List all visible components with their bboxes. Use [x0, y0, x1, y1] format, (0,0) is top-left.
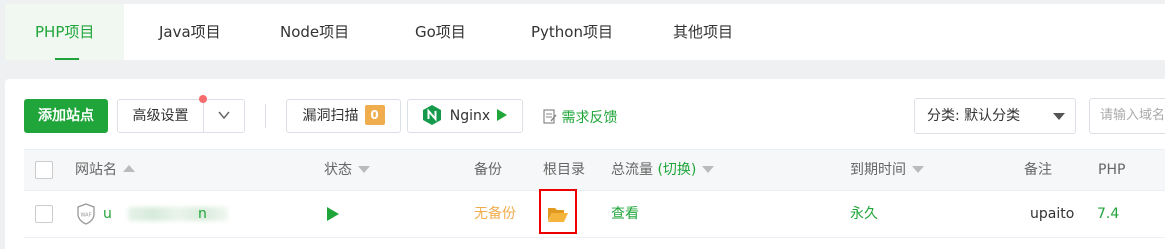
col-status-label: 状态	[324, 162, 352, 178]
tab-other[interactable]: 其他项目	[673, 4, 733, 60]
nginx-button[interactable]: Nginx	[407, 99, 523, 133]
nginx-label: Nginx	[449, 108, 491, 124]
col-remark: 备注	[1024, 162, 1052, 178]
php-version-link[interactable]: 7.4	[1097, 191, 1119, 237]
toolbar-divider	[265, 104, 266, 128]
col-traffic[interactable]: 总流量 (切换)	[611, 150, 715, 190]
folder-open-icon[interactable]	[547, 206, 569, 223]
play-icon	[496, 109, 507, 121]
vuln-scan-label: 漏洞扫描	[302, 108, 359, 124]
remark-value[interactable]: upaito	[1030, 191, 1074, 237]
advanced-settings-dropdown[interactable]	[203, 99, 245, 133]
feedback-link[interactable]: 需求反馈	[543, 107, 617, 127]
col-traffic-label: 总流量	[611, 162, 653, 178]
col-backup: 备份	[474, 162, 502, 178]
nginx-icon	[423, 105, 442, 125]
col-php: PHP	[1098, 162, 1126, 178]
expire-date-link[interactable]: 永久	[850, 191, 878, 237]
select-all-checkbox[interactable]	[35, 161, 53, 179]
advanced-settings-button[interactable]: 高级设置	[117, 99, 204, 133]
feedback-label: 需求反馈	[561, 110, 618, 126]
tab-php[interactable]: PHP项目	[5, 4, 125, 60]
waf-shield-icon: WAF	[77, 203, 95, 225]
category-value: 分类: 默认分类	[927, 108, 1021, 124]
svg-text:WAF: WAF	[81, 213, 92, 219]
backup-status-link[interactable]: 无备份	[474, 191, 516, 237]
play-icon[interactable]	[327, 207, 339, 221]
caret-down-icon	[1053, 113, 1065, 120]
vuln-scan-button[interactable]: 漏洞扫描 0	[286, 99, 401, 133]
col-name-label: 网站名	[75, 162, 117, 178]
col-expire-label: 到期时间	[850, 162, 906, 178]
tab-java[interactable]: Java项目	[159, 4, 221, 60]
site-list-panel: 添加站点 高级设置 漏洞扫描 0 Nginx 需求反馈 分类: 默认分类 请输入…	[5, 79, 1165, 249]
row-checkbox[interactable]	[35, 205, 53, 223]
search-input[interactable]: 请输入域名	[1089, 98, 1165, 134]
vuln-count-badge: 0	[364, 105, 385, 125]
col-expire[interactable]: 到期时间	[850, 150, 924, 190]
site-name-end[interactable]: n	[198, 191, 207, 237]
sort-desc-icon	[702, 165, 715, 173]
tab-node[interactable]: Node项目	[280, 4, 349, 60]
sort-desc-icon	[912, 165, 924, 173]
sort-desc-icon	[358, 165, 370, 173]
chevron-down-icon	[218, 111, 230, 120]
site-name-start[interactable]: u	[103, 191, 112, 237]
tab-go[interactable]: Go项目	[415, 4, 466, 60]
sort-asc-icon	[123, 164, 135, 172]
col-status[interactable]: 状态	[324, 150, 370, 190]
traffic-view-link[interactable]: 查看	[611, 191, 639, 237]
notification-dot	[199, 95, 207, 103]
table-header: 网站名 状态 备份 根目录 总流量 (切换) 到期时间 备注 PHP	[24, 149, 1165, 191]
project-tabs: PHP项目 Java项目 Node项目 Go项目 Python项目 其他项目	[5, 4, 1165, 60]
site-name-redacted	[128, 207, 228, 221]
col-root: 根目录	[543, 162, 585, 178]
tab-python[interactable]: Python项目	[531, 4, 613, 60]
table-row: WAF u n 无备份 查看 永久 upaito 7.4	[24, 189, 1165, 238]
category-select[interactable]: 分类: 默认分类	[914, 98, 1076, 134]
edit-note-icon	[543, 108, 557, 124]
traffic-toggle-link[interactable]: (切换)	[657, 162, 696, 178]
add-site-button[interactable]: 添加站点	[24, 99, 108, 133]
col-name[interactable]: 网站名	[75, 150, 135, 190]
